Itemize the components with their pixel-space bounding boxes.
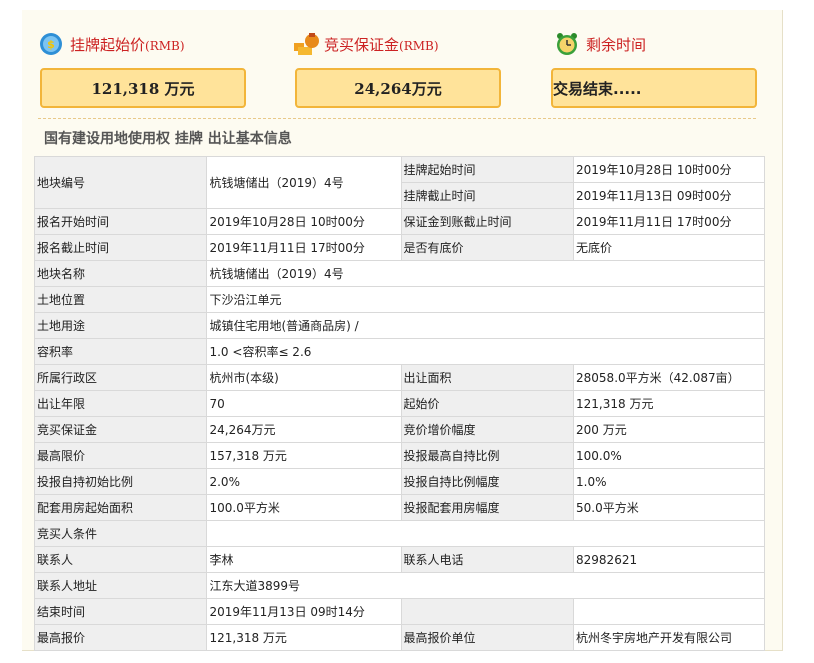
- table-value: 2019年11月11日 17时00分: [573, 208, 765, 235]
- table-value: 24,264万元: [206, 416, 402, 443]
- table-value: 121,318 万元: [206, 624, 402, 651]
- table-value: 100.0平方米: [206, 494, 402, 521]
- table-key: 结束时间: [33, 598, 208, 625]
- table-row: 报名截止时间 2019年11月11日 17时00分 是否有底价 无底价: [33, 234, 765, 261]
- table-value: [206, 520, 765, 547]
- table-value: 200 万元: [573, 416, 765, 443]
- table-key: 竞价增价幅度: [400, 416, 575, 443]
- table-key: 保证金到账截止时间: [400, 208, 575, 235]
- table-key: 报名截止时间: [33, 234, 208, 261]
- coin-price-icon: $: [38, 31, 64, 57]
- table-row: 最高报价 121,318 万元 最高报价单位 杭州冬宇房地产开发有限公司: [33, 624, 765, 651]
- table-row: 最高限价 157,318 万元 投报最高自持比例 100.0%: [33, 442, 765, 469]
- table-key: 配套用房起始面积: [33, 494, 208, 521]
- table-value: [573, 598, 765, 625]
- table-value: 70: [206, 390, 402, 417]
- table-value: 2019年11月13日 09时14分: [206, 598, 402, 625]
- start-price-header: $ 挂牌起始价(RMB): [38, 24, 185, 64]
- table-row: 竞买人条件: [33, 520, 765, 547]
- table-key: 地块编号: [33, 156, 208, 209]
- table-value: 28058.0平方米（42.087亩）: [573, 364, 765, 391]
- table-key: 投报自持初始比例: [33, 468, 208, 495]
- table-value: 李林: [206, 546, 402, 573]
- table-value: 无底价: [573, 234, 765, 261]
- table-value: 1.0 <容积率≤ 2.6: [206, 338, 765, 365]
- table-key: 最高限价: [33, 442, 208, 469]
- table-row: 配套用房起始面积 100.0平方米 投报配套用房幅度 50.0平方米: [33, 494, 765, 521]
- table-value: 2019年11月13日 09时00分: [573, 182, 765, 209]
- table-key: 联系人: [33, 546, 208, 573]
- table-row: 联系人 李林 联系人电话 82982621: [33, 546, 765, 573]
- table-value: 杭钱塘储出（2019）4号: [206, 260, 765, 287]
- table-key: 土地位置: [33, 286, 208, 313]
- table-key: 投报配套用房幅度: [400, 494, 575, 521]
- table-value: 2.0%: [206, 468, 402, 495]
- table-key: 是否有底价: [400, 234, 575, 261]
- table-row: 联系人地址 江东大道3899号: [33, 572, 765, 599]
- table-row: 土地位置 下沙沿江单元: [33, 286, 765, 313]
- table-key: [400, 598, 575, 625]
- table-row: 出让年限 70 起始价 121,318 万元: [33, 390, 765, 417]
- deposit-label: 竞买保证金(RMB): [324, 35, 439, 54]
- table-value: 城镇住宅用地(普通商品房) /: [206, 312, 765, 339]
- money-bag-icon: [292, 31, 319, 57]
- table-key: 联系人电话: [400, 546, 575, 573]
- remaining-time-value: 交易结束.....: [551, 68, 757, 108]
- table-key: 联系人地址: [33, 572, 208, 599]
- table-row: 地块名称 杭钱塘储出（2019）4号: [33, 260, 765, 287]
- table-row: 结束时间 2019年11月13日 09时14分: [33, 598, 765, 625]
- time-label: 剩余时间: [586, 35, 647, 54]
- section-title: 国有建设用地使用权 挂牌 出让基本信息: [44, 131, 292, 147]
- table-key: 土地用途: [33, 312, 208, 339]
- table-value: 江东大道3899号: [206, 572, 765, 599]
- table-key: 出让年限: [33, 390, 208, 417]
- deposit-value: 24,264万元: [295, 68, 501, 108]
- table-key: 挂牌起始时间: [400, 156, 575, 183]
- table-value: 2019年11月11日 17时00分: [206, 234, 402, 261]
- alarm-clock-icon: [554, 31, 580, 57]
- table-key: 投报自持比例幅度: [400, 468, 575, 495]
- table-row: 土地用途 城镇住宅用地(普通商品房) /: [33, 312, 765, 339]
- table-key: 竞买人条件: [33, 520, 208, 547]
- table-row: 竞买保证金 24,264万元 竞价增价幅度 200 万元: [33, 416, 765, 443]
- start-price-value: 121,318 万元: [40, 68, 246, 108]
- table-key: 地块名称: [33, 260, 208, 287]
- table-value: 2019年10月28日 10时00分: [206, 208, 402, 235]
- deposit-header: 竞买保证金(RMB): [292, 24, 439, 64]
- table-row: 地块编号 杭钱塘储出（2019）4号 挂牌起始时间 2019年10月28日 10…: [33, 156, 765, 209]
- table-value: 杭钱塘储出（2019）4号: [206, 156, 402, 209]
- land-info-table: 地块编号 杭钱塘储出（2019）4号 挂牌起始时间 2019年10月28日 10…: [33, 156, 765, 651]
- table-value: 121,318 万元: [573, 390, 765, 417]
- table-value: 100.0%: [573, 442, 765, 469]
- table-row: 报名开始时间 2019年10月28日 10时00分 保证金到账截止时间 2019…: [33, 208, 765, 235]
- table-value: 2019年10月28日 10时00分: [573, 156, 765, 183]
- table-key: 起始价: [400, 390, 575, 417]
- table-value: 82982621: [573, 546, 765, 573]
- svg-text:$: $: [47, 38, 55, 51]
- table-key: 投报最高自持比例: [400, 442, 575, 469]
- time-header: 剩余时间: [554, 24, 646, 64]
- table-key: 最高报价单位: [400, 624, 575, 651]
- table-row: 投报自持初始比例 2.0% 投报自持比例幅度 1.0%: [33, 468, 765, 495]
- table-row: 容积率 1.0 <容积率≤ 2.6: [33, 338, 765, 365]
- table-key: 出让面积: [400, 364, 575, 391]
- table-value: 50.0平方米: [573, 494, 765, 521]
- table-key: 所属行政区: [33, 364, 208, 391]
- table-key: 竞买保证金: [33, 416, 208, 443]
- table-value: 157,318 万元: [206, 442, 402, 469]
- table-key: 最高报价: [33, 624, 208, 651]
- table-value: 杭州冬宇房地产开发有限公司: [573, 624, 765, 651]
- table-value: 下沙沿江单元: [206, 286, 765, 313]
- start-price-label: 挂牌起始价(RMB): [70, 35, 185, 54]
- table-row: 所属行政区 杭州市(本级) 出让面积 28058.0平方米（42.087亩）: [33, 364, 765, 391]
- table-value: 1.0%: [573, 468, 765, 495]
- table-key: 容积率: [33, 338, 208, 365]
- table-key: 报名开始时间: [33, 208, 208, 235]
- table-value: 杭州市(本级): [206, 364, 402, 391]
- divider: [38, 118, 756, 119]
- table-key: 挂牌截止时间: [400, 182, 575, 209]
